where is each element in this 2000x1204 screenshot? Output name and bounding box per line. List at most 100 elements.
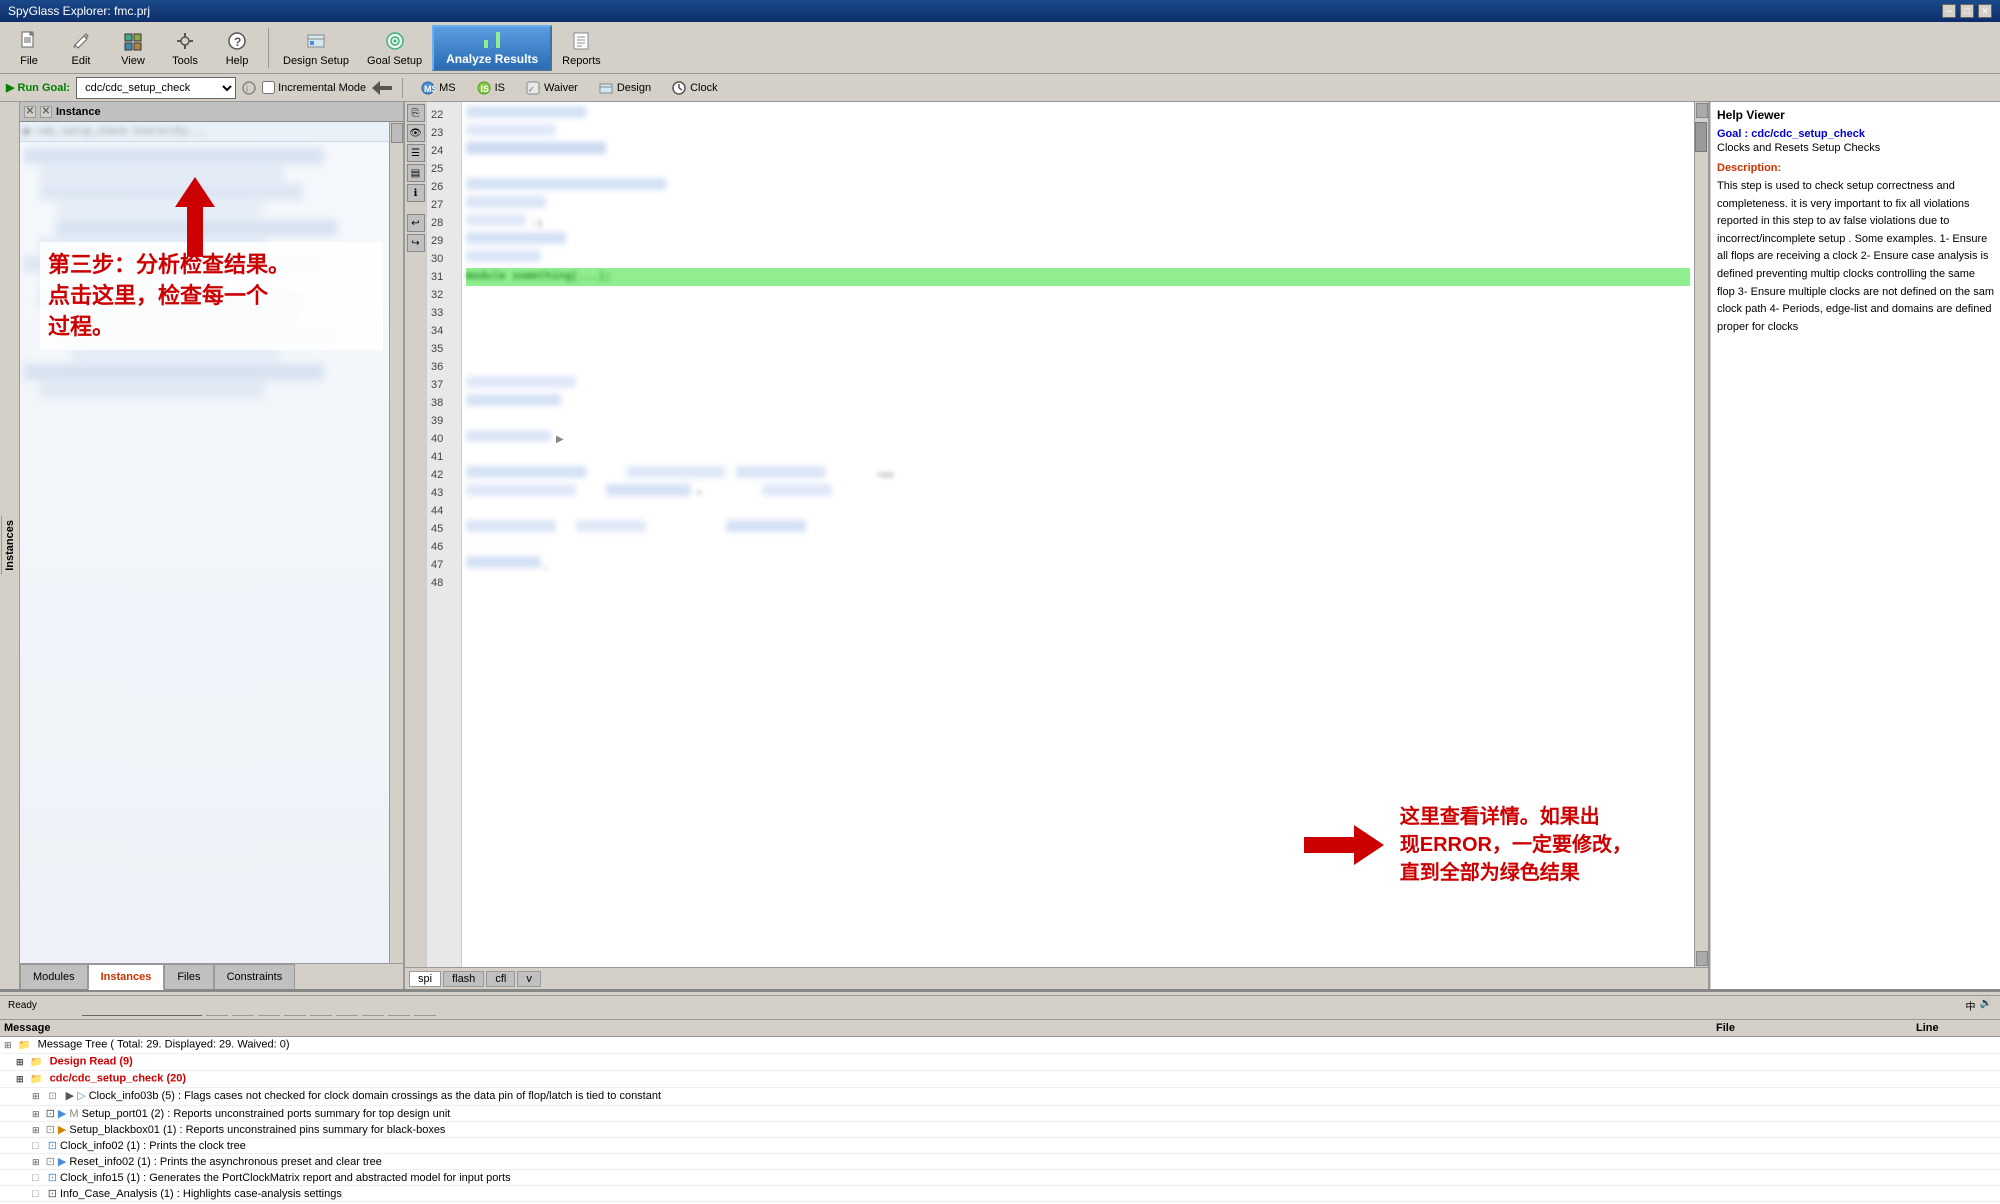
- undo-btn[interactable]: ↩: [407, 214, 425, 232]
- ms-btn[interactable]: MS MS: [413, 77, 463, 99]
- clock-icon: [671, 80, 687, 96]
- expand-cdc-icon: ⊞: [16, 1074, 24, 1084]
- tab-instances[interactable]: Instances: [88, 964, 165, 990]
- is-btn[interactable]: IS IS: [469, 77, 512, 99]
- tab-constraints[interactable]: Constraints: [214, 964, 296, 989]
- clock-label: Clock: [690, 82, 718, 94]
- code-line-42: +ee: [466, 466, 1690, 484]
- goal-select[interactable]: cdc/cdc_setup_check: [76, 77, 236, 99]
- scrollbar-thumb[interactable]: [1695, 122, 1707, 152]
- tab-files[interactable]: Files: [164, 964, 213, 989]
- minimize-btn[interactable]: ─: [1942, 4, 1956, 18]
- menu-help[interactable]: ? Help: [212, 27, 262, 69]
- redo-btn[interactable]: ↪: [407, 234, 425, 252]
- red-arrow-up: [175, 177, 215, 260]
- code-line-28: :1: [466, 214, 1690, 232]
- left-tab-bar: Modules Instances Files Constraints: [20, 963, 403, 989]
- maximize-btn[interactable]: □: [1960, 4, 1974, 18]
- copy-btn[interactable]: ⎘: [407, 104, 425, 122]
- tools-label: Tools: [172, 55, 198, 67]
- left-panel-title: Instance: [56, 106, 101, 118]
- file-tab-cfl[interactable]: cfl: [486, 971, 515, 987]
- waiver-btn[interactable]: ✓ Waiver: [518, 77, 585, 99]
- menu-edit[interactable]: Edit: [56, 27, 106, 69]
- code-scrollbar-v[interactable]: [1694, 102, 1708, 967]
- folder-icon-total: 📁: [18, 1038, 32, 1052]
- goal-setup-label: Goal Setup: [367, 55, 422, 67]
- msg-row-reset-info02[interactable]: ⊞ ⊡ ▶ Reset_info02 (1) : Prints the asyn…: [0, 1154, 2000, 1170]
- code-line-29: [466, 232, 1690, 250]
- reports-icon: [569, 29, 593, 53]
- help-goal-line: Goal : cdc/cdc_setup_check: [1717, 128, 1994, 140]
- view-btn[interactable]: 👁: [407, 124, 425, 142]
- svg-text:✓: ✓: [528, 85, 535, 94]
- close-btn[interactable]: ✕: [1978, 4, 1992, 18]
- svg-text:?: ?: [234, 35, 241, 49]
- red-arrow-left: [1304, 825, 1384, 865]
- instance-view: ▶ cdc_setup_check hierarchy...: [20, 122, 403, 963]
- annotation-text-2: 这里查看详情。如果出现ERROR，一定要修改，直到全部为绿色结果: [1400, 803, 1632, 887]
- message-table: Message File Line ⊞ 📁 Message Tree ( Tot…: [0, 1020, 2000, 1204]
- file-tab-spi[interactable]: spi: [409, 971, 441, 987]
- design-btn[interactable]: Design: [591, 77, 658, 99]
- msg-row-design-read[interactable]: ⊞ 📁 Design Read (9): [0, 1054, 2000, 1071]
- instances-vertical-label: Instances: [1, 516, 18, 575]
- msg-cdc-check-text: ⊞ 📁 cdc/cdc_setup_check (20): [16, 1072, 1716, 1086]
- help-title: Help Viewer: [1717, 108, 1994, 122]
- file-tab-flash[interactable]: flash: [443, 971, 484, 987]
- design-setup-icon: [304, 29, 328, 53]
- help-label: Help: [226, 55, 249, 67]
- clock-btn[interactable]: Clock: [664, 77, 725, 99]
- file-label: File: [20, 55, 38, 67]
- menu-goal-setup[interactable]: Goal Setup: [359, 27, 430, 69]
- annotation-container-2: 这里查看详情。如果出现ERROR，一定要修改，直到全部为绿色结果: [1304, 795, 1640, 895]
- msg-row-setup-port01[interactable]: ⊞ ⊡ ▶ M Setup_port01 (2) : Reports uncon…: [0, 1106, 2000, 1122]
- menu-file[interactable]: File: [4, 27, 54, 69]
- run-goal-label: ▶ Run Goal:: [6, 81, 70, 94]
- analyze-results-btn[interactable]: Analyze Results: [432, 25, 552, 71]
- menu-reports[interactable]: Reports: [554, 27, 609, 69]
- tab-modules[interactable]: Modules: [20, 964, 88, 989]
- menu-tools[interactable]: Tools: [160, 27, 210, 69]
- info-btn[interactable]: ℹ: [407, 184, 425, 202]
- icon-clock-info03b: ⊡: [46, 1090, 60, 1104]
- instances-side-bar: Instances: [0, 102, 20, 989]
- tools-icon: [173, 29, 197, 53]
- help-desc-text: This step is used to check setup correct…: [1717, 178, 1994, 336]
- incremental-mode-checkbox[interactable]: [262, 81, 275, 94]
- status-bar: Ready 中 🔊: [0, 995, 2000, 1015]
- ms-icon: MS: [420, 80, 436, 96]
- code-side-buttons: ⎘ 👁 ☰ ▤ ℹ ↩ ↪: [405, 102, 427, 967]
- close-x-btn[interactable]: ✕: [24, 106, 36, 118]
- filter-btn[interactable]: ▤: [407, 164, 425, 182]
- edit-label: Edit: [72, 55, 91, 67]
- msg-row-case-analysis[interactable]: □ ⊡ Info_Case_Analysis (1) : Highlights …: [0, 1186, 2000, 1202]
- help-goal-label: Goal :: [1717, 128, 1748, 140]
- status-text: Ready: [8, 1000, 37, 1011]
- msg-clock-info02-text: □ ⊡ Clock_info02 (1) : Prints the clock …: [32, 1139, 1716, 1152]
- expand-tree-icon: ⊞: [4, 1040, 12, 1050]
- msg-row-cdc-check[interactable]: ⊞ 📁 cdc/cdc_setup_check (20): [0, 1071, 2000, 1088]
- file-tab-v[interactable]: v: [517, 971, 541, 987]
- code-line-46: [466, 538, 1690, 556]
- code-line-31-highlighted: module something(...);: [466, 268, 1690, 286]
- code-line-34: [466, 322, 1690, 340]
- ms-label: MS: [439, 82, 456, 94]
- menu-design-setup[interactable]: Design Setup: [275, 27, 357, 69]
- status-icon-2: 🔊: [1980, 998, 1992, 1013]
- msg-row-tree-total[interactable]: ⊞ 📁 Message Tree ( Total: 29. Displayed:…: [0, 1037, 2000, 1054]
- menu-view[interactable]: View: [108, 27, 158, 69]
- folder-icon-design: 📁: [30, 1055, 44, 1069]
- msg-row-clock-info03b[interactable]: ⊞ ⊡ ▶ ▷ Clock_info03b (5) : Flags cases …: [0, 1088, 2000, 1106]
- msg-row-clock-info15[interactable]: □ ⊡ Clock_info15 (1) : Generates the Por…: [0, 1170, 2000, 1186]
- msg-row-clock-info02[interactable]: □ ⊡ Clock_info02 (1) : Prints the clock …: [0, 1138, 2000, 1154]
- msg-table-header: Message File Line: [0, 1020, 2000, 1037]
- list-btn[interactable]: ☰: [407, 144, 425, 162]
- msg-header-file: File: [1716, 1022, 1916, 1034]
- app-title: SpyGlass Explorer: fmc.prj: [8, 4, 150, 18]
- close-x2-btn[interactable]: ✕: [40, 106, 52, 118]
- code-line-37: [466, 376, 1690, 394]
- left-scrollbar[interactable]: [389, 122, 403, 963]
- msg-row-setup-blackbox01[interactable]: ⊞ ⊡ ▶ Setup_blackbox01 (1) : Reports unc…: [0, 1122, 2000, 1138]
- line-numbers: 2223242526 2728293031 3233343536 3738394…: [427, 102, 462, 967]
